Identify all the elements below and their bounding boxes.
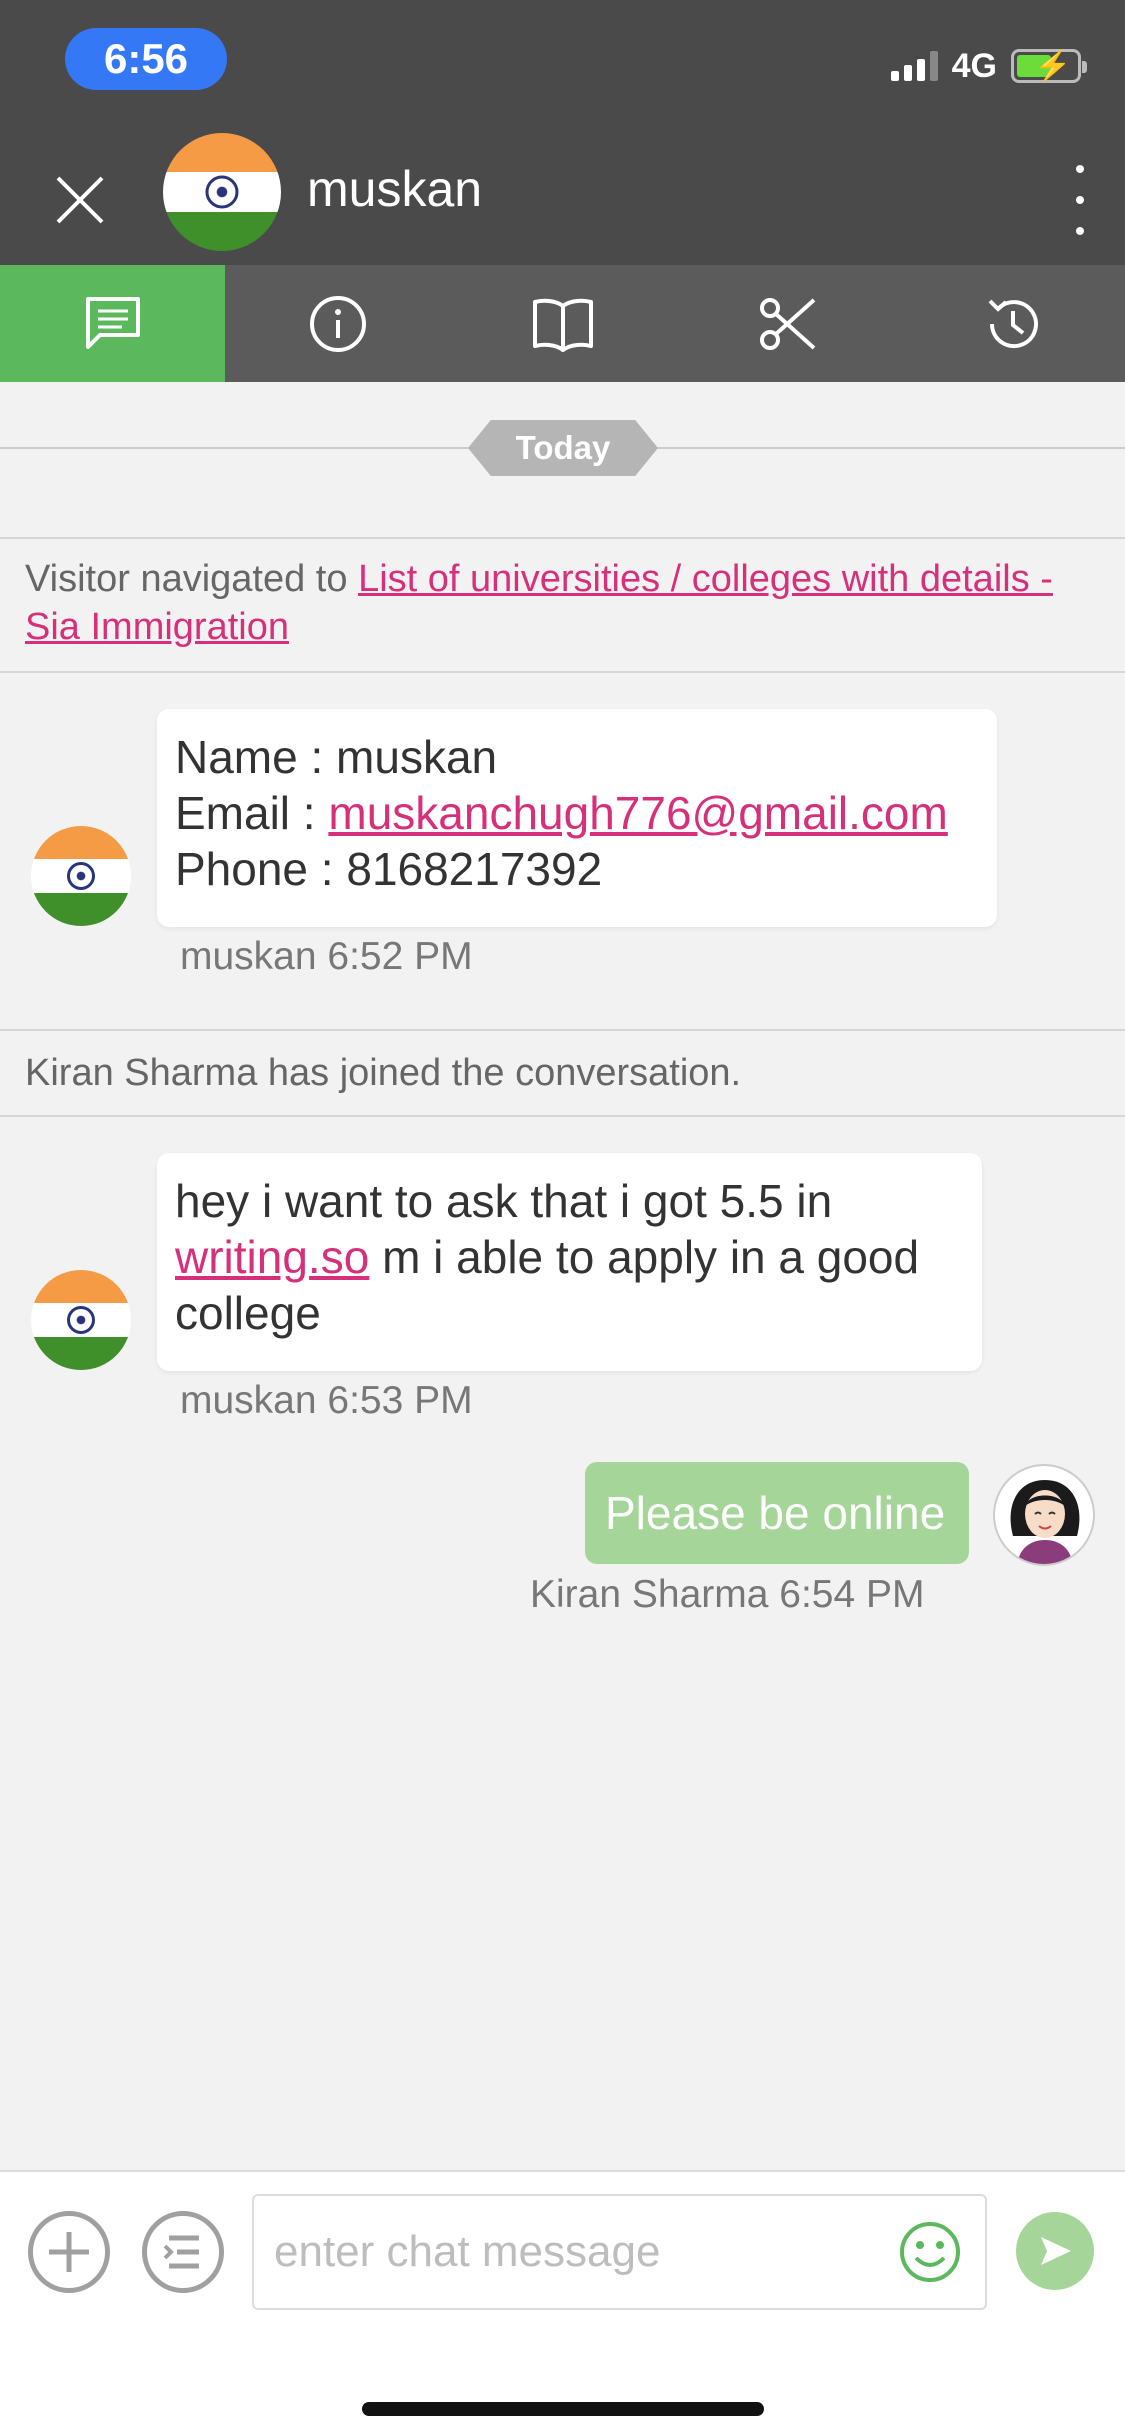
network-label: 4G <box>951 46 997 85</box>
message-meta: muskan 6:52 PM <box>180 935 473 978</box>
india-flag-icon <box>31 826 131 926</box>
message-meta: muskan 6:53 PM <box>180 1379 473 1422</box>
book-icon <box>532 298 593 352</box>
info-email-row: Email : muskanchugh776@gmail.com <box>175 787 948 839</box>
signal-icon <box>890 51 938 81</box>
agent-message-bubble: Please be online <box>585 1462 969 1564</box>
info-icon <box>309 295 366 352</box>
visitor-avatar <box>31 826 131 926</box>
close-button[interactable] <box>50 170 110 230</box>
tab-info[interactable] <box>225 265 450 382</box>
send-icon <box>1041 2237 1071 2265</box>
close-icon <box>56 176 104 224</box>
tab-bar <box>0 265 1125 382</box>
tab-history[interactable] <box>900 265 1125 382</box>
status-indicators: 4G ⚡ <box>890 46 1087 86</box>
date-separator: Today <box>468 420 658 476</box>
smiley-icon <box>900 2222 960 2282</box>
agent-avatar-icon <box>1010 1480 1080 1564</box>
agent-avatar <box>993 1464 1095 1566</box>
tab-canned-responses[interactable] <box>450 265 675 382</box>
india-flag-icon <box>163 133 281 251</box>
joined-notice: Kiran Sharma has joined the conversation… <box>0 1029 1125 1117</box>
history-icon <box>988 299 1038 348</box>
message-meta: Kiran Sharma 6:54 PM <box>530 1573 925 1616</box>
tab-clip[interactable] <box>675 265 900 382</box>
navigation-prefix: Visitor navigated to <box>25 558 359 600</box>
info-message-bubble: Name : muskan Email : muskanchugh776@gma… <box>157 709 997 927</box>
contact-avatar[interactable] <box>163 133 281 251</box>
tab-chat[interactable] <box>0 265 225 382</box>
canned-list-button[interactable] <box>142 2211 224 2293</box>
message-link[interactable]: writing.so <box>175 1231 369 1283</box>
composer-bar <box>0 2170 1125 2436</box>
list-icon <box>163 2235 199 2269</box>
chat-message-input[interactable] <box>252 2194 987 2310</box>
status-time: 6:56 <box>65 28 227 90</box>
emoji-button[interactable] <box>898 2220 962 2284</box>
navigation-notice: Visitor navigated to List of universitie… <box>0 537 1125 673</box>
email-link[interactable]: muskanchugh776@gmail.com <box>328 787 947 839</box>
scissors-icon <box>759 297 815 350</box>
visitor-message-bubble: hey i want to ask that i got 5.5 in writ… <box>157 1153 982 1371</box>
chat-icon <box>85 296 140 349</box>
home-indicator <box>362 2402 764 2416</box>
info-name: Name : muskan <box>175 731 498 783</box>
send-button[interactable] <box>1016 2212 1094 2290</box>
contact-name: muskan <box>307 161 483 217</box>
top-bar: 6:56 4G ⚡ muskan <box>0 0 1125 265</box>
india-flag-icon <box>31 1270 131 1370</box>
plus-icon <box>49 2232 89 2272</box>
info-phone: Phone : 8168217392 <box>175 843 603 895</box>
add-attachment-button[interactable] <box>28 2211 110 2293</box>
more-options-button[interactable] <box>1065 165 1095 235</box>
visitor-avatar <box>31 1270 131 1370</box>
battery-icon: ⚡ <box>1011 49 1087 83</box>
